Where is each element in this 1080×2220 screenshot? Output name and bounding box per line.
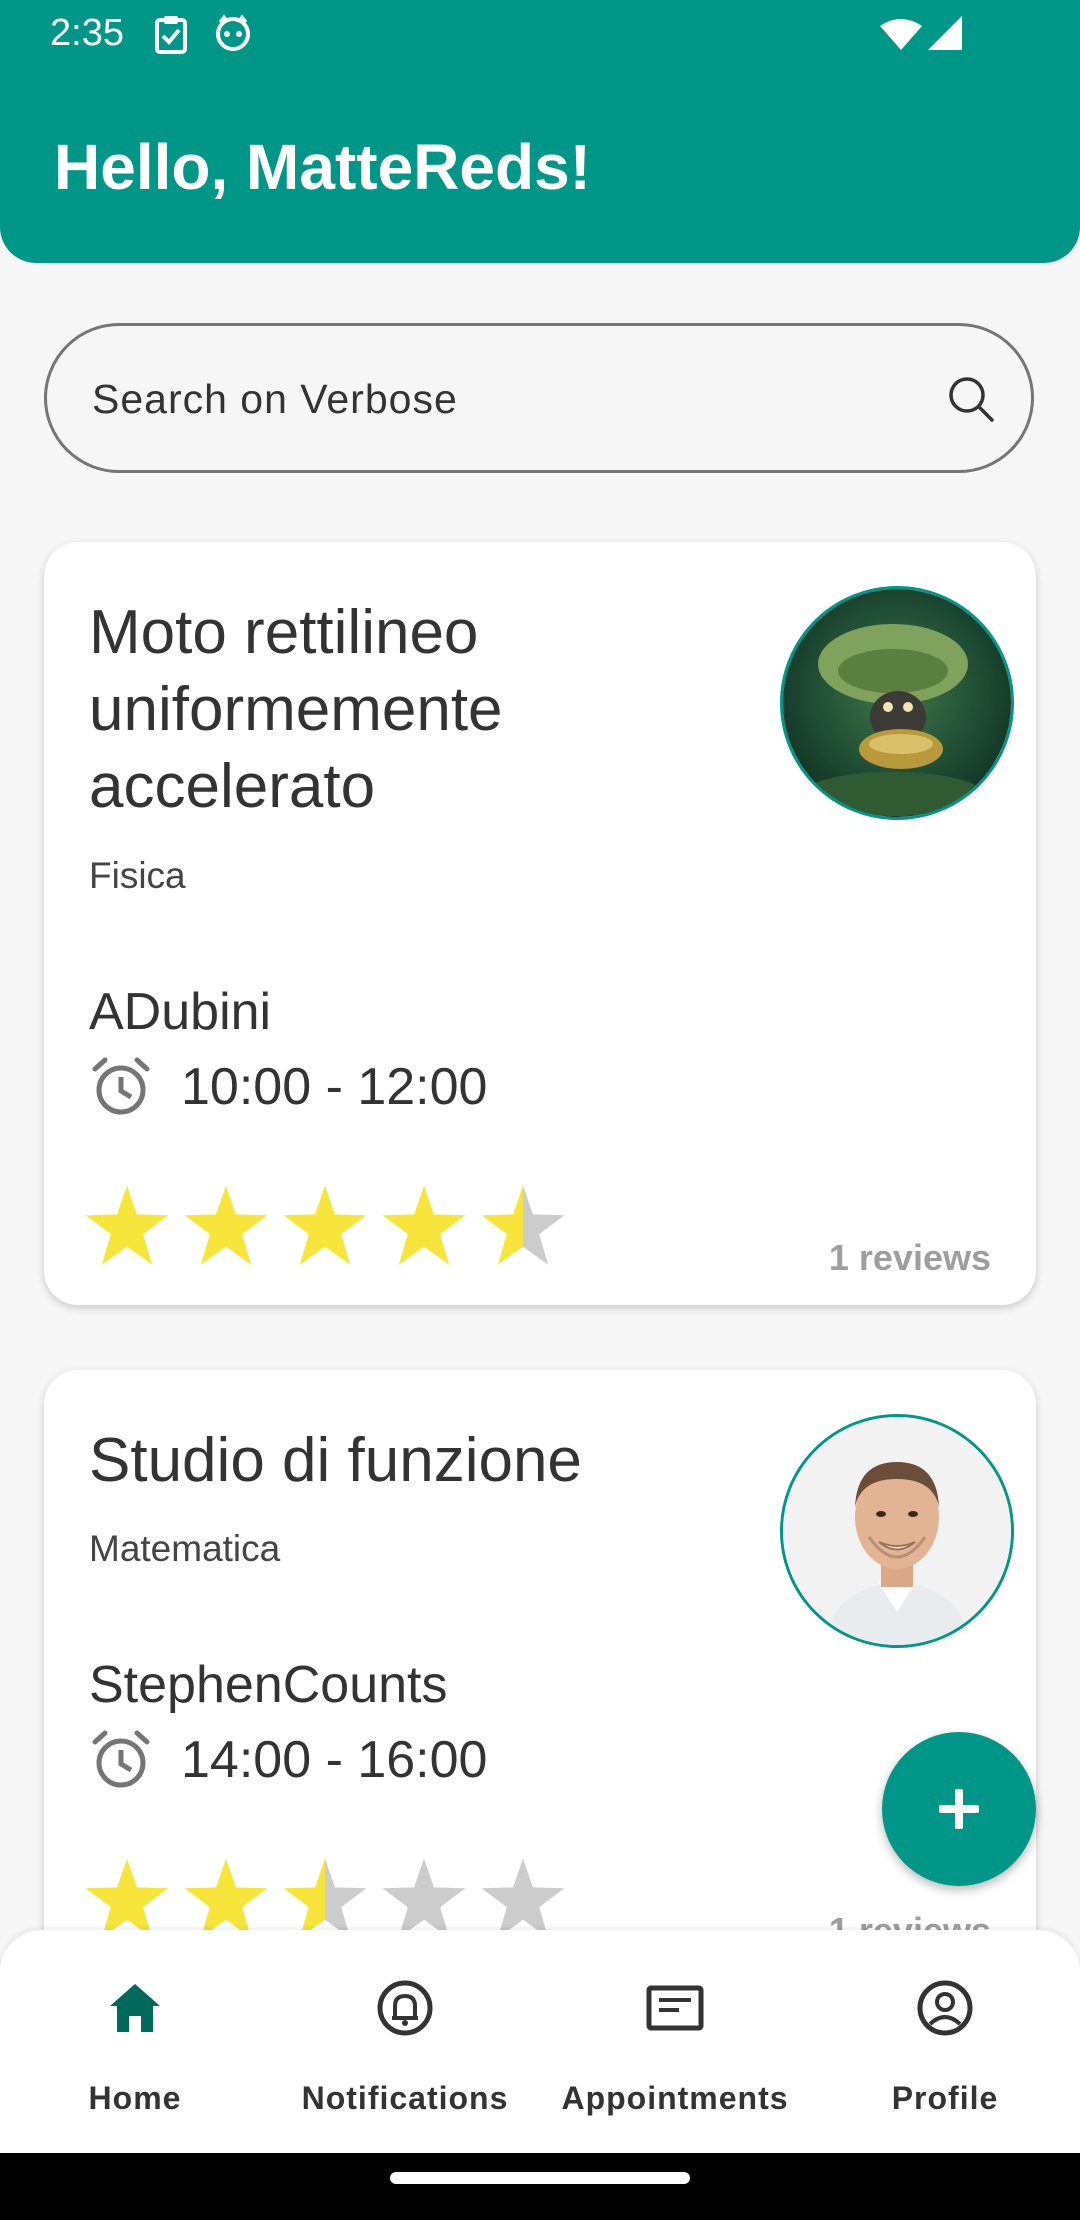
reviews-count: 1 reviews [828, 1237, 991, 1278]
star-icon [382, 1858, 466, 1930]
account-circle-icon [917, 1980, 973, 2036]
reviews-count: 1 reviews [829, 1910, 991, 1930]
tutor-avatar[interactable] [780, 586, 1014, 820]
message-icon [646, 1985, 704, 2031]
lesson-time-row: 14:00 - 16:00 [89, 1725, 487, 1795]
lesson-time: 14:00 - 16:00 [181, 1731, 488, 1789]
star-icon [481, 1185, 565, 1265]
star-icon [184, 1858, 268, 1930]
avatar-image [783, 589, 1011, 817]
cell-signal-icon [928, 16, 962, 50]
status-time: 2:35 [50, 12, 124, 54]
search-placeholder: Search on Verbose [92, 376, 458, 422]
nav-label: Profile [891, 2080, 999, 2116]
lesson-card[interactable]: Studio di funzione Matematica StephenCou… [44, 1370, 1036, 1930]
clipboard-check-icon [155, 16, 187, 54]
lesson-list[interactable]: Moto rettilineo uniformemente accelerato… [0, 480, 1080, 1930]
greeting-title: Hello, MatteReds! [54, 131, 591, 203]
nav-label: Notifications [301, 2080, 509, 2116]
lesson-time: 10:00 - 12:00 [181, 1058, 488, 1116]
alarm-clock-icon [92, 1730, 150, 1788]
avatar-image [783, 1417, 1011, 1645]
lesson-subject: Fisica [89, 855, 186, 896]
status-bar: 2:35 [0, 0, 1080, 70]
add-lesson-button[interactable] [882, 1732, 1036, 1886]
rating-stars [82, 1182, 577, 1272]
lesson-title: Studio di funzione [89, 1426, 582, 1495]
rating-stars [82, 1855, 577, 1930]
lesson-card[interactable]: Moto rettilineo uniformemente accelerato… [44, 542, 1036, 1305]
star-icon [85, 1858, 169, 1930]
star-icon [481, 1858, 565, 1930]
nav-item-home[interactable]: Home [0, 1930, 270, 2153]
lesson-time-row: 10:00 - 12:00 [89, 1052, 487, 1122]
lesson-author: StephenCounts [89, 1656, 448, 1714]
nav-label: Appointments [561, 2080, 789, 2116]
search-icon[interactable] [946, 374, 996, 424]
cat-face-icon [216, 14, 250, 51]
tutor-avatar[interactable] [780, 1414, 1014, 1648]
lesson-title: Moto rettilineo uniformemente accelerato [89, 598, 503, 821]
app-header: 2:35 Hello, MatteReds! [0, 0, 1080, 263]
lesson-author: ADubini [89, 983, 272, 1041]
plus-icon [939, 1789, 979, 1829]
home-gesture-handle[interactable] [390, 2172, 690, 2184]
star-icon [283, 1858, 367, 1930]
nav-item-appointments[interactable]: Appointments [540, 1930, 810, 2153]
nav-item-notifications[interactable]: Notifications [270, 1930, 540, 2153]
star-icon [382, 1185, 466, 1265]
wifi-icon [880, 19, 922, 50]
search-input[interactable]: Search on Verbose [44, 323, 1034, 473]
alarm-clock-icon [92, 1057, 150, 1115]
home-icon [110, 1984, 160, 2032]
star-icon [184, 1185, 268, 1265]
system-navigation-bar [0, 2153, 1080, 2220]
star-icon [85, 1185, 169, 1265]
star-icon [283, 1185, 367, 1265]
bottom-navigation: Home Notifications Appointments Profile [0, 1930, 1080, 2153]
lesson-subject: Matematica [89, 1528, 281, 1569]
nav-label: Home [88, 2080, 182, 2116]
nav-item-profile[interactable]: Profile [810, 1930, 1080, 2153]
bell-icon [377, 1980, 433, 2036]
